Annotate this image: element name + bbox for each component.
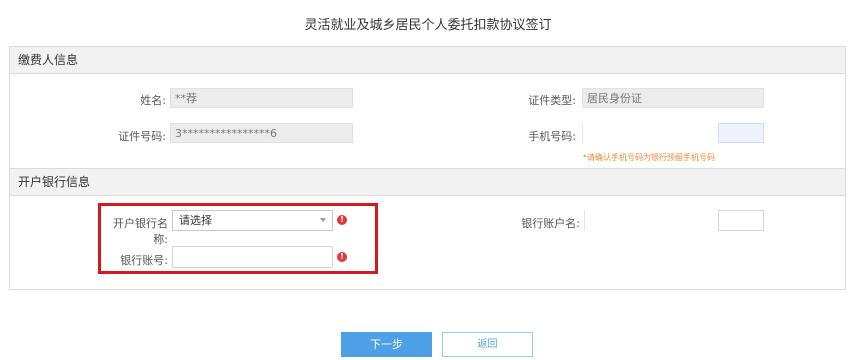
account-name-input[interactable] [584,210,714,231]
bank-info-header: 开户银行信息 [10,169,845,196]
bank-name-label: 开户银行名称: [113,217,168,246]
id-type-label: 证件类型: [528,94,576,107]
id-type-field: 居民身份证 [582,88,764,108]
phone-input[interactable] [582,123,712,143]
error-icon: ! [337,215,347,225]
name-field: **荐 [170,88,353,108]
next-step-button[interactable]: 下一步 [341,332,432,357]
page-title: 灵活就业及城乡居民个人委托扣款协议签订 [304,18,552,33]
phone-hint: *请确认手机号码为银行预留手机号码 [583,153,715,162]
id-number-field: 3****************6 [170,123,353,143]
id-number-label: 证件号码: [118,130,166,143]
account-name-input-addon[interactable] [718,210,764,231]
payer-info-header: 缴费人信息 [10,47,845,74]
phone-input-addon[interactable] [718,123,764,143]
name-label: 姓名: [140,94,166,107]
phone-label: 手机号码: [528,130,576,143]
chevron-down-icon [320,218,326,222]
bank-name-selected-value: 请选择 [179,214,212,227]
account-number-label: 银行账号: [120,254,168,267]
account-number-input[interactable] [172,246,333,268]
account-name-label: 银行账户名: [521,217,580,230]
error-icon: ! [337,252,347,262]
back-button[interactable]: 返回 [442,332,533,357]
bank-name-select[interactable]: 请选择 [172,210,333,231]
